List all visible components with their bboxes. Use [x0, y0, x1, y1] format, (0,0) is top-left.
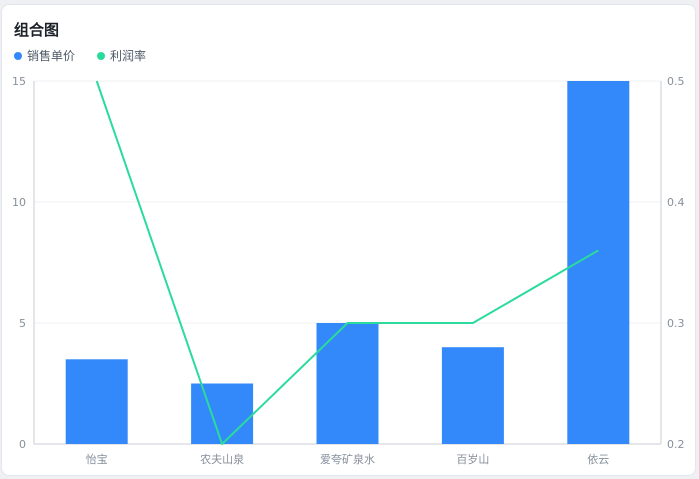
x-tick-label: 百岁山 — [456, 452, 489, 466]
y-tick-label-left: 15 — [12, 75, 26, 88]
y-tick-label-right: 0.2 — [667, 438, 685, 451]
x-tick-label: 怡宝 — [86, 452, 108, 466]
y-tick-label-right: 0.3 — [667, 317, 685, 330]
x-tick-label: 依云 — [587, 453, 609, 466]
bar — [65, 359, 128, 444]
y-tick-label-right: 0.4 — [667, 196, 685, 209]
x-tick-label: 农夫山泉 — [200, 452, 244, 466]
bar — [316, 323, 379, 444]
combo-chart: 0 5 10 15 0.2 0.3 0.4 0.5 怡宝 农夫山泉 爱夸矿泉水 百岁山 依云 — [12, 75, 685, 466]
y-tick-label-left: 10 — [12, 196, 26, 209]
bar — [191, 383, 254, 444]
y-tick-label-left: 0 — [19, 438, 26, 451]
y-tick-label-left: 5 — [19, 317, 26, 330]
y-tick-label-right: 0.5 — [667, 75, 685, 88]
bar — [441, 347, 504, 444]
x-tick-label: 爱夸矿泉水 — [320, 452, 375, 466]
